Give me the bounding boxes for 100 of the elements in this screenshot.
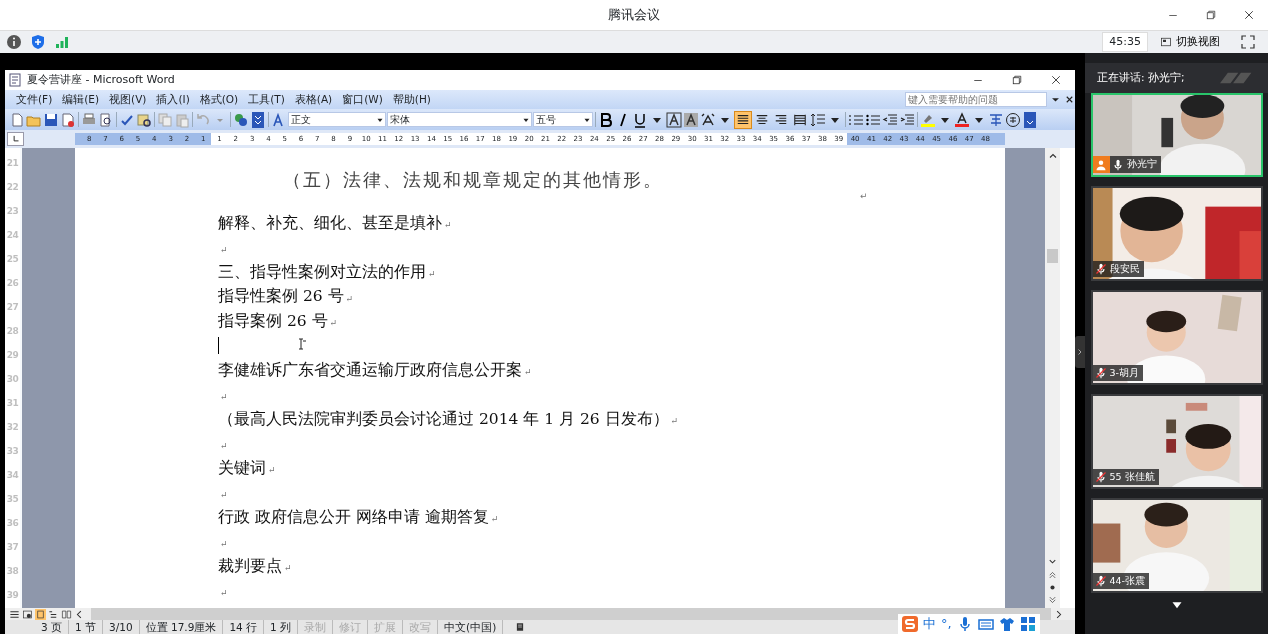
ruler-number: 25 — [6, 254, 19, 264]
spelling-status-icon — [515, 622, 526, 632]
close-icon[interactable] — [1049, 74, 1062, 86]
logo-icon — [1220, 70, 1254, 86]
normal-view-icon[interactable] — [9, 608, 20, 620]
increase-indent-icon[interactable] — [899, 111, 915, 128]
hyperlink-icon[interactable] — [233, 111, 249, 128]
keyboard-icon[interactable] — [977, 616, 994, 632]
shield-icon[interactable] — [30, 34, 46, 50]
font-color-icon[interactable] — [954, 111, 970, 128]
menu-item[interactable]: 插入(I) — [151, 91, 195, 108]
previous-page-icon[interactable] — [1047, 569, 1058, 580]
status-item: 位置 17.9厘米 — [139, 620, 224, 634]
help-search-field[interactable]: 键入需要帮助的问题 — [905, 92, 1047, 107]
paragraph-mark: ↵ — [220, 439, 228, 453]
outline-view-icon[interactable] — [48, 608, 59, 620]
ruler-number: 31 — [6, 398, 19, 408]
close-icon[interactable] — [1243, 9, 1255, 21]
justify-button[interactable] — [734, 110, 752, 129]
tab-selector[interactable] — [7, 132, 24, 146]
document-text: （最高人民法院审判委员会讨论通过 2014 年 1 月 26 日发布） — [218, 408, 669, 430]
input-mode-toggle[interactable]: 中 — [923, 614, 936, 634]
ruler-number: 32 — [6, 422, 19, 432]
status-item: 中文(中国) — [438, 620, 504, 634]
menu-item[interactable]: 窗口(W) — [337, 91, 388, 108]
center-align-icon — [755, 112, 769, 127]
ruler-number: 30 — [6, 374, 19, 384]
ruler-number: 34 — [6, 470, 19, 480]
collapse-handle[interactable] — [1075, 336, 1085, 368]
paragraph-mark: ↵ — [220, 586, 228, 600]
menu-item[interactable]: 工具(T) — [243, 91, 290, 108]
toolbar-options-icon[interactable] — [250, 111, 266, 128]
print-layout-icon[interactable] — [35, 608, 46, 620]
toolbar-options-icon[interactable] — [1022, 111, 1038, 128]
decrease-indent-icon[interactable] — [882, 111, 898, 128]
menu-item[interactable]: 编辑(E) — [57, 91, 105, 108]
ruler-number: 24 — [6, 230, 19, 240]
scroll-thumb[interactable] — [1047, 249, 1058, 263]
status-item: 1 节 — [69, 620, 104, 634]
ruler-number: 33 — [6, 446, 19, 456]
reading-layout-icon[interactable] — [61, 608, 72, 620]
menu-item[interactable]: 格式(O) — [194, 91, 244, 108]
input-method-logo-icon[interactable] — [902, 616, 918, 632]
menu-item[interactable]: 文件(F) — [11, 91, 58, 108]
web-layout-icon[interactable] — [22, 608, 33, 620]
restore-icon[interactable] — [1010, 74, 1023, 86]
close-icon[interactable] — [1064, 94, 1075, 105]
document-permission-icon[interactable] — [60, 111, 76, 128]
menu-item[interactable]: 视图(V) — [104, 91, 152, 108]
participant-name: 孙光宁 — [1126, 157, 1157, 172]
chevron-right-icon — [1076, 347, 1084, 357]
bold-icon[interactable] — [598, 111, 614, 128]
save-icon[interactable] — [43, 111, 59, 128]
ruler-number: 36 — [6, 518, 19, 528]
enclose-characters-icon[interactable] — [1005, 111, 1021, 128]
document-text: 关键词 — [218, 457, 266, 479]
document-text: 裁判要点 — [218, 555, 282, 577]
phonetic-guide-icon[interactable] — [988, 111, 1004, 128]
paragraph-mark: ↵ — [268, 464, 276, 477]
tab-stop-icon — [10, 134, 21, 144]
i-beam-cursor-icon — [297, 338, 306, 350]
paragraph-mark: ↵ — [345, 292, 354, 306]
speaking-label: 正在讲话: 孙光宁; — [1097, 70, 1185, 86]
document-text: 指导性案例 26 号 — [218, 286, 344, 308]
select-browse-object-icon[interactable] — [1047, 582, 1058, 593]
punctuation-toggle[interactable]: °, — [941, 614, 952, 634]
meeting-timer: 45:35 — [1102, 31, 1148, 53]
character-border-icon[interactable] — [666, 111, 682, 128]
ruler-number: 38 — [6, 566, 19, 576]
info-icon[interactable] — [6, 34, 22, 50]
switch-view-button[interactable]: 切换视图 — [1156, 33, 1224, 51]
ruler-number: 35 — [6, 494, 19, 504]
grid-view-icon — [1160, 36, 1172, 48]
print-preview-icon[interactable] — [98, 111, 114, 128]
line-spacing-icon[interactable] — [810, 111, 826, 128]
vertical-scrollbar[interactable] — [1045, 148, 1060, 608]
paragraph-mark: ↵ — [860, 190, 868, 203]
fullscreen-icon[interactable] — [1240, 34, 1256, 50]
style-dropdown[interactable]: 正文 — [288, 112, 386, 127]
research-icon[interactable] — [136, 111, 152, 128]
document-text: 三、指导性案例对立法的作用 — [218, 261, 426, 283]
paragraph-mark: ↵ — [428, 268, 436, 281]
grid-icon[interactable] — [1019, 616, 1036, 632]
paragraph-mark: ↵ — [220, 390, 228, 404]
paragraph-mark: ↵ — [220, 488, 228, 502]
character-scaling-icon[interactable] — [700, 111, 716, 128]
ruler-number: 29 — [6, 350, 19, 360]
right-align-icon — [774, 112, 788, 127]
status-item: 扩展 — [368, 620, 404, 634]
font-size-dropdown[interactable]: 五号 — [533, 112, 593, 127]
new-document-icon[interactable] — [9, 111, 25, 128]
next-page-icon[interactable] — [1047, 595, 1058, 606]
paragraph-mark: ↵ — [670, 415, 679, 428]
underline-icon[interactable] — [632, 111, 648, 128]
character-shading-icon[interactable] — [683, 111, 699, 128]
restore-icon[interactable] — [1205, 9, 1217, 21]
menu-item[interactable]: 表格(A) — [289, 91, 338, 108]
menu-item[interactable]: 帮助(H) — [387, 91, 436, 108]
font-dropdown[interactable]: 宋体 — [387, 112, 532, 127]
shirt-icon[interactable] — [998, 616, 1015, 632]
